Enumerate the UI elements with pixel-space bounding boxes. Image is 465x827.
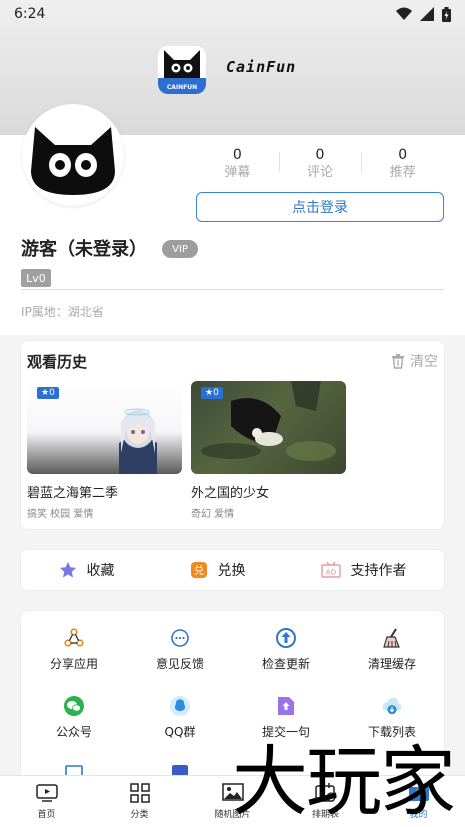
- wifi-icon: [396, 7, 412, 20]
- black-cat-icon: [31, 127, 115, 195]
- nav-home[interactable]: 首页: [0, 776, 93, 827]
- nav-label: 首页: [37, 810, 56, 820]
- check-update-button[interactable]: 检查更新: [233, 627, 339, 672]
- tool-label: 检查更新: [261, 657, 310, 671]
- submit-quote-button[interactable]: 提交一句: [233, 695, 339, 740]
- stat-label: 推荐: [389, 165, 416, 180]
- share-app-button[interactable]: 分享应用: [21, 627, 127, 672]
- video-thumbnail: ★0: [191, 381, 346, 474]
- vip-badge[interactable]: VIP: [162, 240, 198, 258]
- tool-label: 清理缓存: [367, 657, 416, 671]
- support-author-button[interactable]: AD 支持作者: [320, 560, 407, 580]
- stat-value: 0: [398, 147, 408, 163]
- ad-icon: AD: [320, 562, 341, 578]
- watch-history-card: 观看历史 清空 ★0 碧蓝之海第二季 搞笑 校园 爱情 ★0 外之国的少女 奇幻…: [20, 340, 445, 530]
- action-label: 支持作者: [350, 563, 407, 579]
- level-badge: Lv0: [21, 269, 51, 287]
- grid-icon: [129, 783, 150, 803]
- trash-icon: [392, 354, 404, 369]
- qq-icon: [169, 695, 191, 717]
- stat-label: 弹幕: [224, 165, 251, 180]
- video-thumbnail: ★0: [27, 381, 182, 474]
- qq-group-button[interactable]: QQ群: [127, 695, 233, 740]
- clear-cache-button[interactable]: 清理缓存: [339, 627, 444, 672]
- action-label: 兑换: [217, 563, 246, 579]
- status-bar: 6:24: [0, 0, 465, 28]
- video-badge: ★0: [201, 387, 223, 399]
- history-item[interactable]: ★0 碧蓝之海第二季 搞笑 校园 爱情: [27, 381, 182, 520]
- share-icon: [63, 627, 85, 649]
- star-icon: [59, 561, 76, 578]
- video-title: 碧蓝之海第二季: [27, 486, 119, 501]
- login-button[interactable]: 点击登录: [196, 192, 444, 222]
- download-list-button[interactable]: 下载列表: [339, 695, 444, 740]
- profile-divider: [21, 289, 444, 290]
- tool-label: QQ群: [164, 725, 196, 739]
- nav-category[interactable]: 分类: [93, 776, 186, 827]
- history-item[interactable]: ★0 外之国的少女 奇幻 爱情: [191, 381, 346, 520]
- video-tags: 搞笑 校园 爱情: [27, 509, 94, 520]
- update-icon: [275, 627, 297, 649]
- nav-label: 分类: [130, 810, 149, 820]
- wechat-icon: [63, 695, 85, 717]
- stats-row: 0 弹幕 0 评论 0 推荐: [196, 146, 444, 182]
- video-badge: ★0: [37, 387, 59, 399]
- app-logo-caption: CAINFUN: [167, 84, 197, 91]
- download-icon: [381, 695, 403, 717]
- stat-value: 0: [232, 147, 242, 163]
- tool-label: 公众号: [55, 725, 92, 739]
- stat-value: 0: [315, 147, 325, 163]
- favorites-button[interactable]: 收藏: [59, 560, 115, 580]
- status-icons: [396, 6, 451, 22]
- clear-history-button[interactable]: 清空: [390, 351, 438, 371]
- tool-label: 分享应用: [49, 657, 98, 671]
- svg-text:兑: 兑: [194, 564, 204, 577]
- signal-icon: [420, 7, 434, 21]
- app-logo: CAINFUN: [158, 46, 206, 94]
- broom-icon: [381, 627, 403, 649]
- tool-label: 意见反馈: [155, 657, 204, 671]
- submit-icon: [275, 695, 297, 717]
- exchange-button[interactable]: 兑 兑换: [190, 560, 246, 580]
- clear-label: 清空: [410, 354, 438, 370]
- ip-location: IP属地：湖北省: [21, 305, 104, 319]
- exchange-icon: 兑: [190, 562, 207, 578]
- video-tags: 奇幻 爱情: [191, 509, 235, 520]
- status-time: 6:24: [14, 6, 46, 22]
- official-account-button[interactable]: 公众号: [21, 695, 127, 740]
- stat-recommend[interactable]: 0 推荐: [361, 146, 444, 182]
- avatar[interactable]: [22, 104, 124, 206]
- stat-label: 评论: [307, 165, 334, 180]
- watermark: 大玩家: [232, 737, 456, 826]
- tv-icon: [35, 784, 58, 802]
- video-title: 外之国的少女: [191, 486, 270, 501]
- svg-text:AD: AD: [325, 569, 335, 577]
- quick-actions-card: 收藏 兑 兑换 AD 支持作者: [20, 549, 445, 591]
- history-title: 观看历史: [27, 353, 88, 371]
- stat-danmaku[interactable]: 0 弹幕: [196, 146, 279, 182]
- battery-icon: [442, 6, 451, 22]
- feedback-icon: [169, 627, 191, 649]
- feedback-button[interactable]: 意见反馈: [127, 627, 233, 672]
- action-label: 收藏: [86, 563, 115, 579]
- stat-comments[interactable]: 0 评论: [278, 146, 362, 182]
- app-name: CainFun: [226, 58, 297, 76]
- username: 游客（未登录）: [21, 239, 147, 260]
